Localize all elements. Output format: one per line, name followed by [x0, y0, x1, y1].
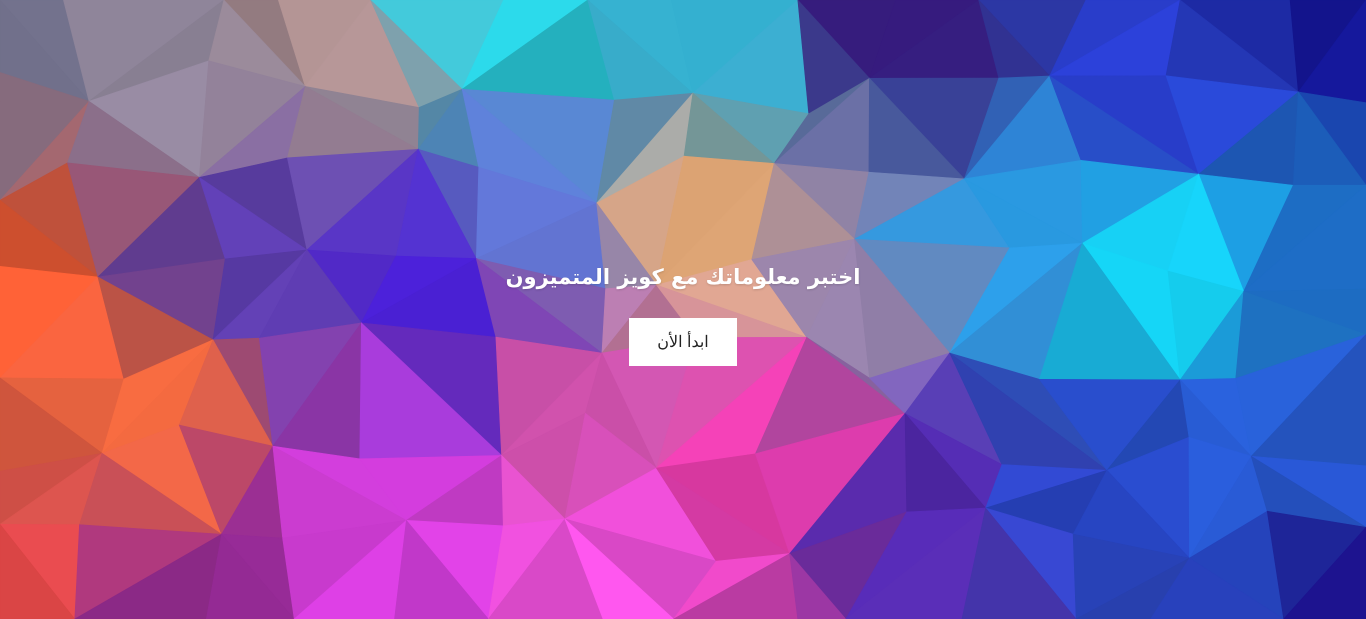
start-quiz-button[interactable]: ابدأ الأن	[629, 318, 737, 366]
hero-section: اختبر معلوماتك مع كويز المتميزون ابدأ ال…	[0, 0, 1366, 619]
page-title: اختبر معلوماتك مع كويز المتميزون	[505, 265, 861, 289]
